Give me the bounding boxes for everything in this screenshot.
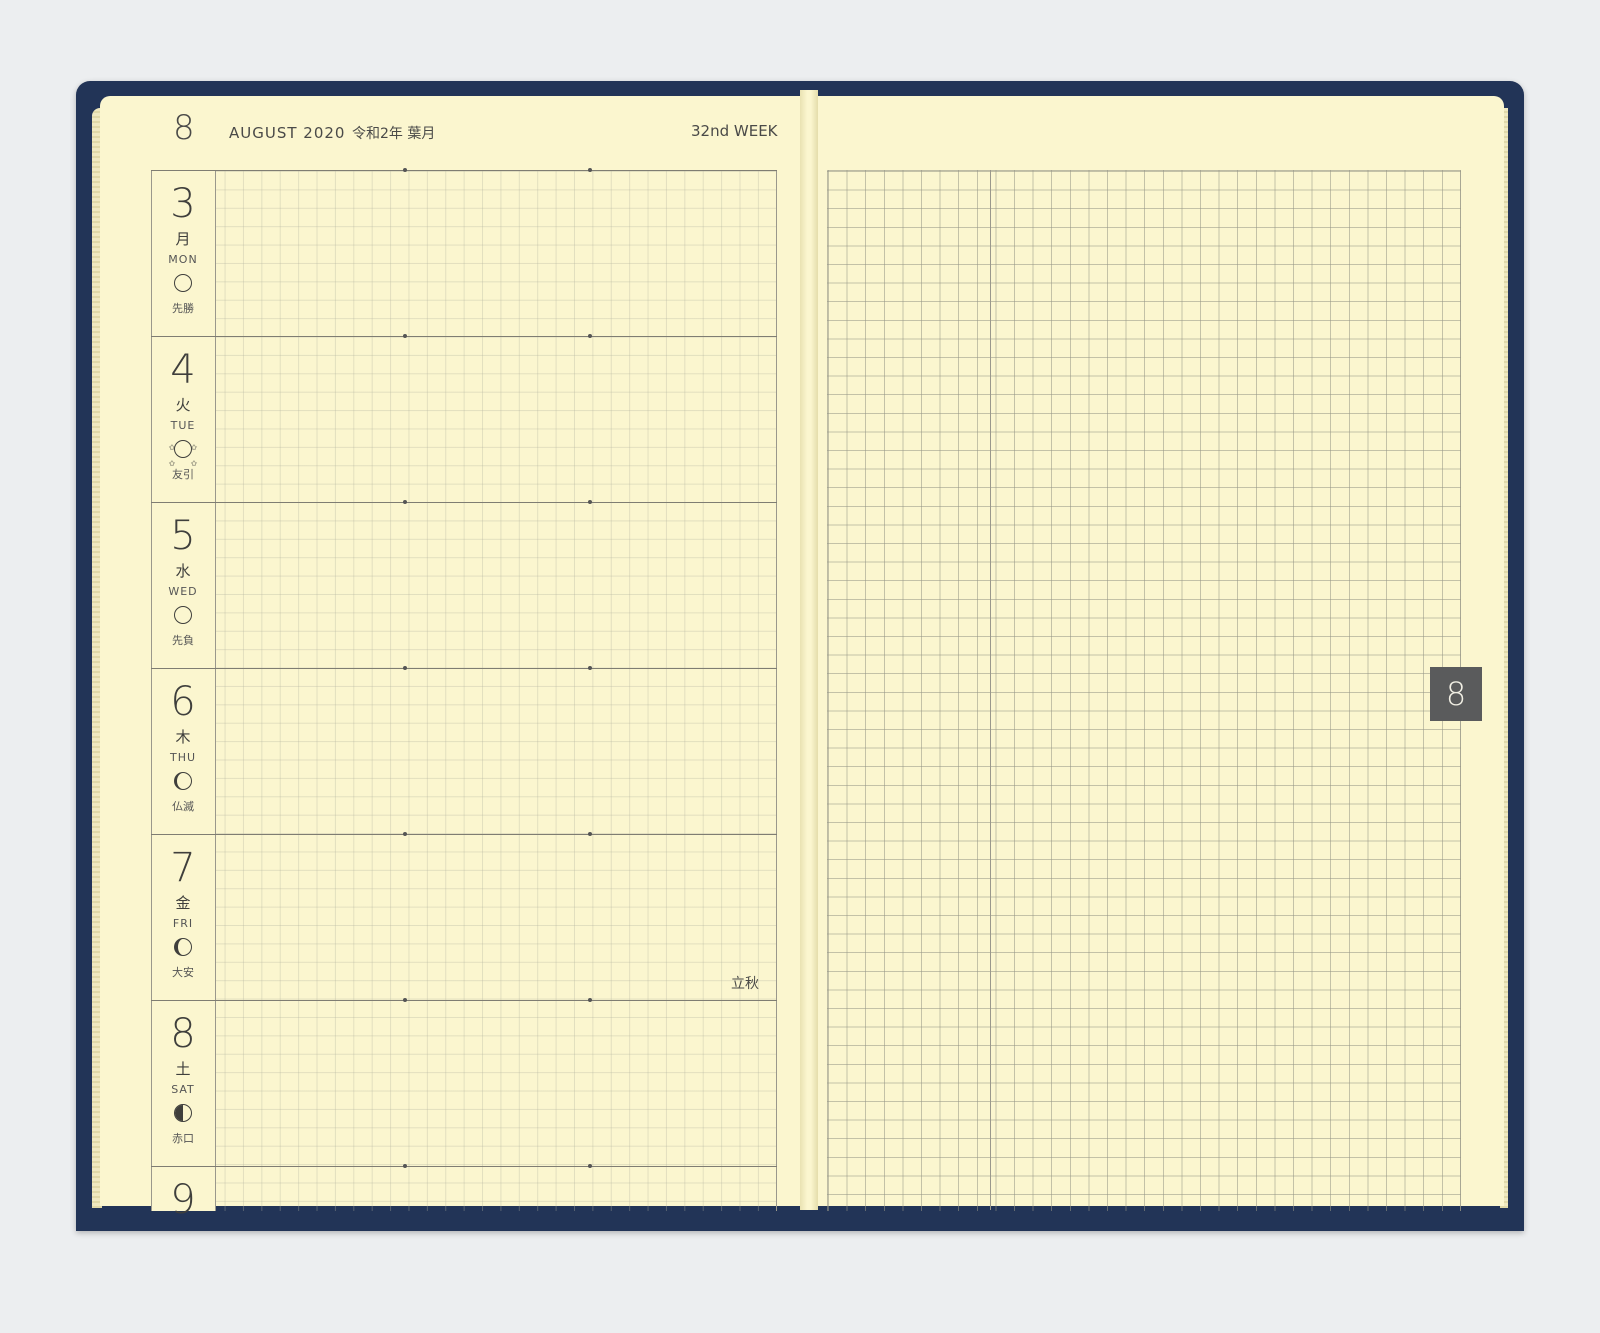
day-separator <box>151 666 777 670</box>
weekday-kanji: 火 <box>175 396 191 414</box>
day-separator <box>151 500 777 504</box>
month-index-tab[interactable]: 8 <box>1430 667 1482 721</box>
day-cell-8[interactable]: 8 土 SAT 赤口 <box>151 1002 215 1167</box>
half-moon-icon <box>174 1104 192 1122</box>
day-number: 9 <box>170 1177 196 1223</box>
weekday-kanji: 金 <box>175 894 191 912</box>
weekday-kanji: 月 <box>175 230 191 248</box>
day-number: 8 <box>170 1011 196 1057</box>
day-cell-9[interactable]: 9 <box>151 1168 215 1333</box>
rokuyo-label: 赤口 <box>172 1132 194 1145</box>
full-moon-icon <box>174 606 192 624</box>
rokuyo-label: 友引 <box>172 468 194 481</box>
weekday-english: THU <box>169 751 197 764</box>
weekday-english: SAT <box>171 1083 195 1096</box>
day-separator <box>151 334 777 338</box>
day-separator <box>151 998 777 1002</box>
day-cell-6[interactable]: 6 木 THU 仏滅 <box>151 670 215 835</box>
weekday-kanji: 水 <box>175 562 191 580</box>
day-separator <box>151 168 777 172</box>
rokuyo-label: 先勝 <box>172 302 194 315</box>
week-label: 32nd WEEK <box>691 122 778 140</box>
waning-moon-icon <box>174 772 192 790</box>
weekday-english: TUE <box>170 419 196 432</box>
day-number: 5 <box>170 513 196 559</box>
weekday-kanji: 木 <box>175 728 191 746</box>
month-japanese: 令和2年 葉月 <box>352 126 436 142</box>
rokuyo-label: 大安 <box>172 966 194 979</box>
day-number: 6 <box>170 679 196 725</box>
rokuyo-label: 先負 <box>172 634 194 647</box>
day-cell-5[interactable]: 5 水 WED 先負 <box>151 504 215 669</box>
rokuyo-label: 仏滅 <box>172 800 194 813</box>
month-number: 8 <box>173 108 195 148</box>
waning-moon-icon <box>174 938 192 956</box>
solar-term-note: 立秋 <box>731 976 759 992</box>
right-page-column-divider <box>990 170 991 1210</box>
day-separator <box>151 1164 777 1168</box>
weekday-english: WED <box>168 585 198 598</box>
day-number: 3 <box>170 181 196 227</box>
right-page-grid[interactable] <box>827 170 1461 1211</box>
day-number: 7 <box>170 845 196 891</box>
left-page-border <box>151 171 777 1211</box>
page-gutter <box>800 90 818 1210</box>
day-separator <box>151 832 777 836</box>
weekday-english: FRI <box>172 917 194 930</box>
day-number: 4 <box>170 347 196 393</box>
day-cell-7[interactable]: 7 金 FRI 大安 <box>151 836 215 1001</box>
weekday-english: MON <box>168 253 198 266</box>
full-moon-icon <box>174 274 192 292</box>
month-english: AUGUST 2020 <box>229 124 346 142</box>
day-cell-3[interactable]: 3 月 MON 先勝 <box>151 172 215 337</box>
day-cell-4[interactable]: 4 火 TUE ✩ ✩ ✩ ✩ 友引 <box>151 338 215 503</box>
weekday-kanji: 土 <box>175 1060 191 1078</box>
